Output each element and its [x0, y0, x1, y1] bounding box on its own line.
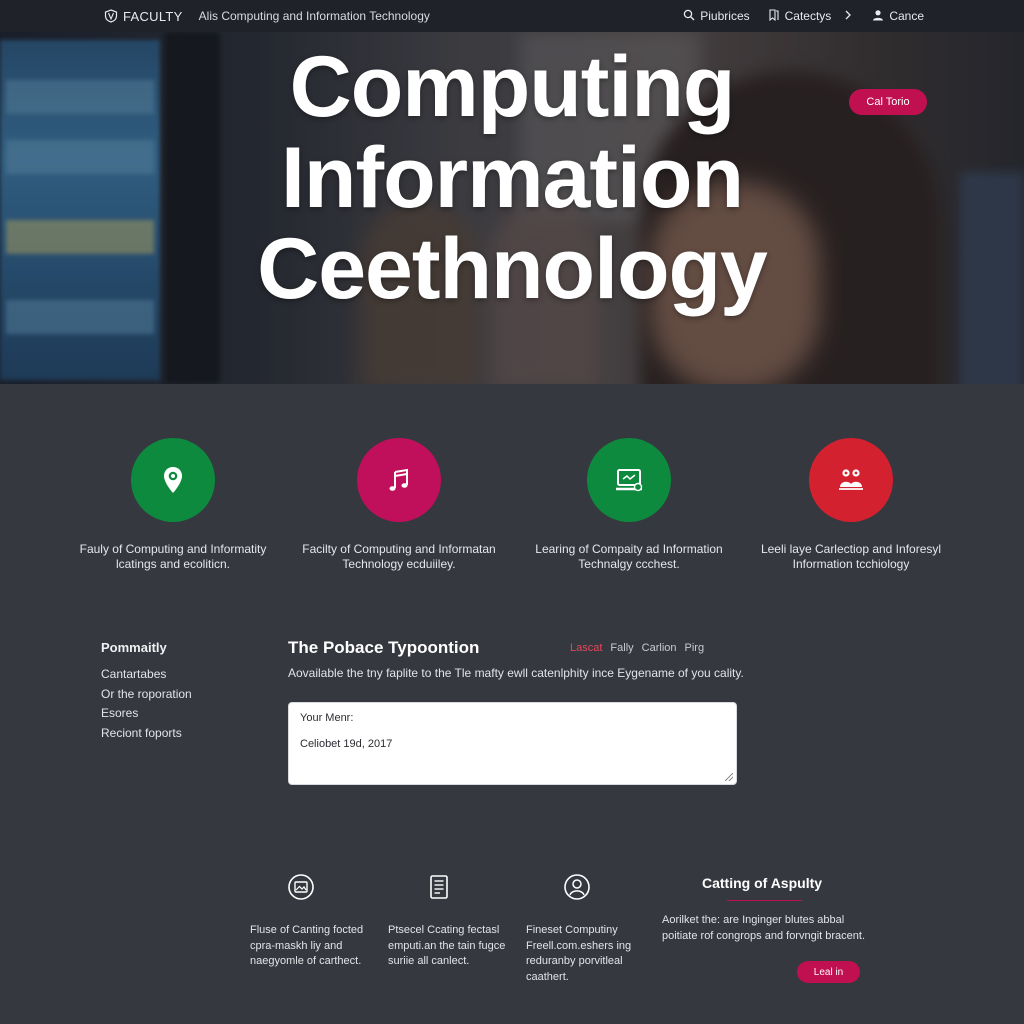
music-note-icon [357, 438, 441, 522]
aside-title: Catting of Aspulty [702, 875, 823, 891]
feature-text: Fauly of Computing and Informatity lcati… [79, 542, 267, 571]
nav-publications[interactable]: Piubrices [683, 9, 750, 24]
top-bar: FACULTY Alis Computing and Information T… [0, 0, 1024, 32]
nav-account[interactable]: Cance [872, 9, 924, 24]
nav-label: Catectys [784, 9, 832, 23]
breadcrumb[interactable]: Alis Computing and Information Technolog… [199, 9, 430, 23]
nav-categories[interactable]: Catectys [768, 8, 855, 24]
tab-carlion[interactable]: Carlion [642, 642, 677, 654]
section-tabs: Lascat Fally Carlion Pirg [570, 642, 704, 654]
aside-text: Aorilket the: are Inginger blutes abbal … [662, 914, 866, 942]
brand-name: FACULTY [123, 8, 183, 24]
feature-text: Leeli laye Carlectiop and Inforesyl Info… [760, 542, 942, 571]
message-textarea[interactable]: Your Menr: Celiobet 19d, 2017 [288, 702, 737, 785]
document-icon [425, 873, 453, 901]
people-icon [809, 438, 893, 522]
brand[interactable]: FACULTY [104, 9, 183, 24]
hero-title-line: Ceethnology [257, 221, 768, 317]
tab-fally[interactable]: Fally [610, 642, 633, 654]
feature-item[interactable]: Facilty of Computing and Informatan Tech… [299, 438, 499, 572]
resize-handle-icon[interactable] [725, 773, 733, 781]
section-title: The Pobace Typoontion [288, 638, 480, 657]
hero-banner: Computing Information Ceethnology Cal To… [0, 32, 1024, 384]
sidebar-links: Cantartabes Or the roporation Esores Rec… [101, 665, 192, 743]
laptop-icon [587, 438, 671, 522]
bookmark-icon [768, 8, 780, 24]
sidebar-heading: Pommaitly [101, 640, 167, 655]
tab-pirg[interactable]: Pirg [685, 642, 705, 654]
tab-latest[interactable]: Lascat [570, 642, 602, 654]
card-text: Fineset Computiny Freell.com.eshers ing … [526, 924, 632, 983]
shield-logo-icon [104, 9, 118, 23]
sidebar-link[interactable]: Or the roporation [101, 685, 192, 705]
user-circle-icon [563, 873, 591, 901]
info-card[interactable]: Fineset Computiny Freell.com.eshers ing … [526, 873, 666, 985]
card-text: Ptsecel Ccating fectasl emputi.an the ta… [388, 924, 506, 967]
nav-label: Cance [889, 9, 924, 23]
feature-text: Facilty of Computing and Informatan Tech… [302, 542, 496, 571]
aside-divider [727, 900, 802, 901]
feature-item[interactable]: Learing of Compaity ad Information Techn… [529, 438, 729, 572]
nav-label: Piubrices [700, 9, 750, 23]
call-to-action-button[interactable]: Cal Torio [849, 89, 927, 115]
sidebar-link[interactable]: Esores [101, 704, 192, 724]
sidebar-link[interactable]: Cantartabes [101, 665, 192, 685]
learn-more-button[interactable]: Leal in [797, 961, 860, 983]
section-description: Aovailable the tny faplite to the Tle ma… [288, 666, 744, 680]
feature-item[interactable]: Leeli laye Carlectiop and Inforesyl Info… [751, 438, 951, 572]
hero-title: Computing Information Ceethnology [0, 42, 1024, 315]
textarea-value: Celiobet 19d, 2017 [300, 738, 393, 750]
chevron-right-icon[interactable] [842, 9, 854, 24]
info-card[interactable]: Ptsecel Ccating fectasl emputi.an the ta… [388, 873, 528, 970]
user-icon [872, 9, 884, 24]
location-pin-icon [131, 438, 215, 522]
sidebar-link[interactable]: Reciont foports [101, 724, 192, 744]
hero-title-line: Computing [289, 39, 736, 135]
card-text: Fluse of Canting focted cpra-maskh liy a… [250, 924, 364, 967]
image-badge-icon [287, 873, 315, 901]
top-nav: Piubrices Catectys Cance [683, 0, 924, 32]
feature-text: Learing of Compaity ad Information Techn… [535, 542, 723, 571]
textarea-label: Your Menr: [300, 712, 354, 724]
search-icon [683, 9, 695, 24]
hero-title-line: Information [281, 130, 744, 226]
info-card[interactable]: Fluse of Canting focted cpra-maskh liy a… [250, 873, 390, 970]
feature-item[interactable]: Fauly of Computing and Informatity lcati… [73, 438, 273, 572]
